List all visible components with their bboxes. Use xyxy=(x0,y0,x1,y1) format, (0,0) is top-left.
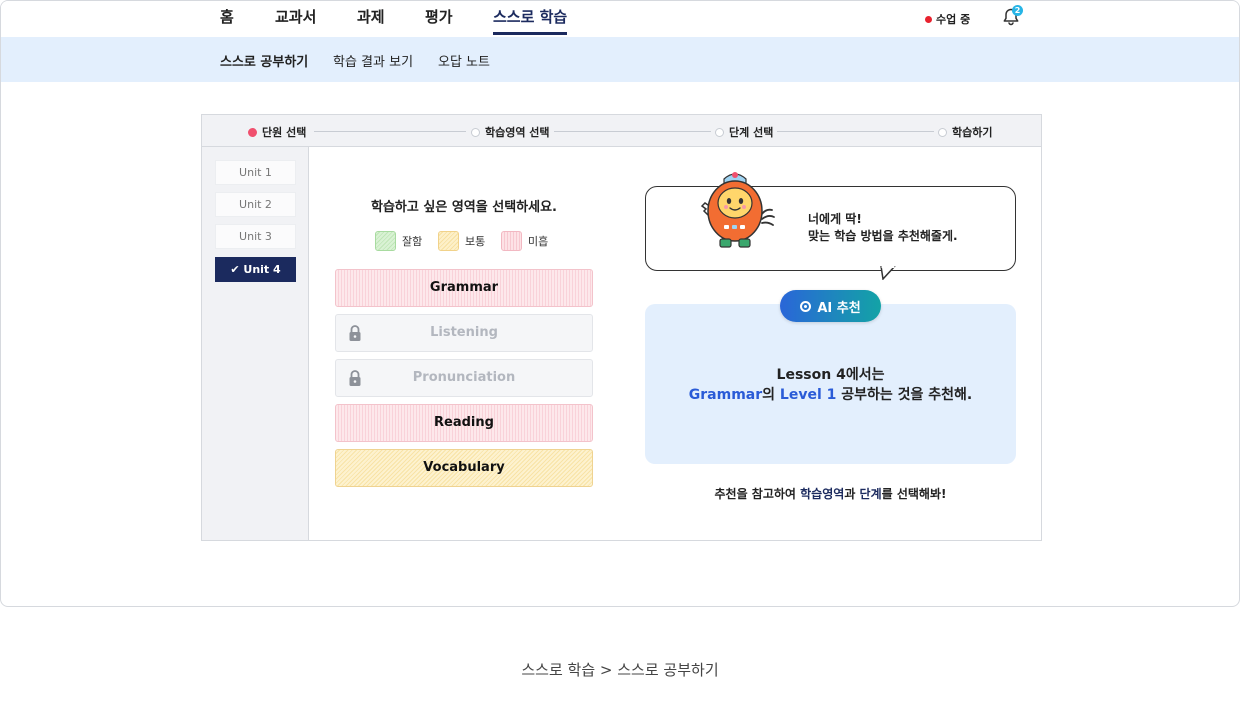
legend-label: 미흡 xyxy=(528,235,549,248)
recommend-line-2: Grammar의 Level 1 공부하는 것을 추천해. xyxy=(645,384,1016,404)
legend-poor-swatch xyxy=(501,231,522,251)
legend-label: 보통 xyxy=(465,235,486,248)
area-listening-button: Listening xyxy=(335,314,593,352)
ai-icon xyxy=(800,300,812,312)
legend-good: 잘함 xyxy=(375,231,422,251)
live-status-label: 수업 중 xyxy=(936,13,971,26)
step-progress: 단원 선택 학습영역 선택 단계 선택 학습하기 xyxy=(202,115,1041,147)
check-icon: ✔ xyxy=(230,263,240,276)
lock-icon xyxy=(349,370,361,386)
unit-3-button[interactable]: Unit 3 xyxy=(215,224,296,249)
step-dot-icon xyxy=(471,127,480,137)
area-reading-button[interactable]: Reading xyxy=(335,404,593,442)
hint-step: 단계 xyxy=(859,487,882,501)
area-vocabulary-button[interactable]: Vocabulary xyxy=(335,449,593,487)
top-nav: 홈 교과서 과제 평가 스스로 학습 수업 중 2 xyxy=(1,1,1239,37)
nav-evaluation[interactable]: 평가 xyxy=(425,7,453,35)
app-window: 홈 교과서 과제 평가 스스로 학습 수업 중 2 스스로 공부하기 학습 결과… xyxy=(0,0,1240,607)
hint-text: 를 선택해봐! xyxy=(881,487,947,501)
unit-2-button[interactable]: Unit 2 xyxy=(215,192,296,217)
step-divider xyxy=(552,131,712,132)
nav-home[interactable]: 홈 xyxy=(220,7,234,35)
subnav-results[interactable]: 학습 결과 보기 xyxy=(333,51,413,70)
legend-good-swatch xyxy=(375,231,396,251)
nav-assignment[interactable]: 과제 xyxy=(357,7,385,35)
recommend-line-1: Lesson 4에서는 xyxy=(776,367,885,383)
subnav-wrong-notes[interactable]: 오답 노트 xyxy=(438,51,490,70)
sub-nav: 스스로 공부하기 학습 결과 보기 오답 노트 xyxy=(1,37,1239,82)
recommend-particle: 의 xyxy=(762,387,776,403)
step-label: 학습하기 xyxy=(952,126,993,139)
notification-badge: 2 xyxy=(1012,5,1023,16)
step-divider xyxy=(776,131,936,132)
unit-4-button[interactable]: ✔ Unit 4 xyxy=(215,257,296,282)
nav-textbook[interactable]: 교과서 xyxy=(275,7,316,35)
step-dot-icon xyxy=(938,127,947,137)
hint-area: 학습영역 xyxy=(800,487,845,501)
area-grammar-button[interactable]: Grammar xyxy=(335,269,593,307)
unit-label: Unit 4 xyxy=(243,263,281,276)
recommend-area: Grammar xyxy=(688,387,763,403)
recommend-hint: 추천을 참고하여 학습영역과 단계를 선택해봐! xyxy=(645,485,1016,502)
step-active-dot-icon xyxy=(248,127,257,137)
ai-pill-label: AI 추천 xyxy=(817,300,861,316)
bubble-line: 맞는 학습 방법을 추천해줄게. xyxy=(808,229,958,243)
step-label: 학습영역 선택 xyxy=(485,126,550,139)
step-level-select: 단계 선택 xyxy=(711,124,778,140)
ai-recommend-pill: AI 추천 xyxy=(780,290,881,322)
unit-1-button[interactable]: Unit 1 xyxy=(215,160,296,185)
lock-icon xyxy=(349,325,361,341)
unit-sidebar: Unit 1 Unit 2 Unit 3 ✔ Unit 4 xyxy=(202,147,309,540)
mascot-character-icon xyxy=(700,172,775,248)
step-label: 단계 선택 xyxy=(729,126,774,139)
legend-normal-swatch xyxy=(438,231,459,251)
legend-label: 잘함 xyxy=(402,235,423,248)
step-label: 단원 선택 xyxy=(262,126,307,139)
area-pronunciation-button: Pronunciation xyxy=(335,359,593,397)
study-card: 단원 선택 학습영역 선택 단계 선택 학습하기 Unit 1 Unit 2 U… xyxy=(201,114,1042,541)
step-divider xyxy=(314,131,466,132)
bubble-line: 너에게 딱! xyxy=(808,212,862,226)
live-dot-icon xyxy=(925,15,932,23)
live-status: 수업 중 xyxy=(925,11,970,27)
step-area-select: 학습영역 선택 xyxy=(467,124,554,140)
recommend-level: Level 1 xyxy=(779,387,837,403)
area-label: Pronunciation xyxy=(412,370,516,385)
hint-text: 추천을 참고하여 xyxy=(714,487,801,501)
bubble-tail xyxy=(880,266,896,280)
area-select-title: 학습하고 싶은 영역을 선택하세요. xyxy=(371,200,557,215)
step-study: 학습하기 xyxy=(934,124,997,140)
step-unit-select: 단원 선택 xyxy=(244,124,311,140)
legend-poor: 미흡 xyxy=(501,231,548,251)
hint-text: 과 xyxy=(844,487,860,501)
step-dot-icon xyxy=(715,127,724,137)
area-label: Listening xyxy=(430,325,498,340)
ai-recommend-box: Lesson 4에서는 Grammar의 Level 1 공부하는 것을 추천해… xyxy=(645,304,1016,464)
subnav-self-study[interactable]: 스스로 공부하기 xyxy=(220,51,308,70)
legend-normal: 보통 xyxy=(438,231,485,251)
nav-self-study[interactable]: 스스로 학습 xyxy=(493,7,568,35)
bubble-text: 너에게 딱! 맞는 학습 방법을 추천해줄게. xyxy=(808,211,958,245)
recommend-tail: 공부하는 것을 추천해. xyxy=(841,387,973,403)
page-caption: 스스로 학습 > 스스로 공부하기 xyxy=(521,661,719,679)
notification-button[interactable]: 2 xyxy=(1001,5,1023,29)
